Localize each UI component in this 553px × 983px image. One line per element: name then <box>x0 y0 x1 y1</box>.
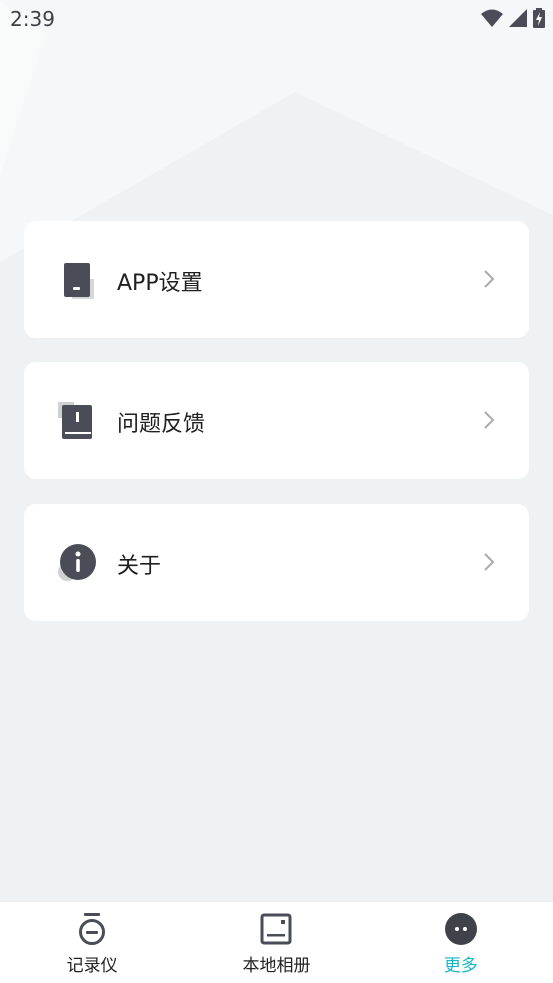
settings-phone-icon <box>58 261 96 301</box>
tab-local-album[interactable]: 本地相册 <box>184 902 368 983</box>
battery-charging-icon <box>533 8 545 32</box>
menu-item-app-settings[interactable]: APP设置 <box>24 221 529 338</box>
wifi-icon <box>481 9 503 31</box>
signal-icon <box>509 9 527 31</box>
tab-label: 记录仪 <box>66 956 118 976</box>
tab-label: 本地相册 <box>242 956 311 976</box>
tab-more[interactable]: 更多 <box>369 902 553 983</box>
feedback-book-icon <box>58 402 96 442</box>
background-decoration <box>0 0 553 262</box>
album-icon <box>259 912 293 946</box>
chevron-right-icon <box>483 552 495 572</box>
menu-item-about[interactable]: 关于 <box>24 504 529 621</box>
bottom-tab-bar: 记录仪 本地相册 更多 <box>0 902 553 983</box>
status-time: 2:39 <box>10 7 55 31</box>
info-icon <box>58 544 96 584</box>
menu-item-feedback[interactable]: 问题反馈 <box>24 362 529 479</box>
menu-item-label: 问题反馈 <box>117 412 206 437</box>
tab-recorder[interactable]: 记录仪 <box>0 902 184 983</box>
chevron-right-icon <box>483 269 495 289</box>
more-icon <box>444 912 478 946</box>
chevron-right-icon <box>483 410 495 430</box>
status-bar: 2:39 <box>0 0 553 38</box>
menu-item-label: APP设置 <box>117 271 203 296</box>
menu-item-label: 关于 <box>117 554 162 579</box>
tab-label: 更多 <box>443 956 478 976</box>
recorder-icon <box>75 912 109 946</box>
